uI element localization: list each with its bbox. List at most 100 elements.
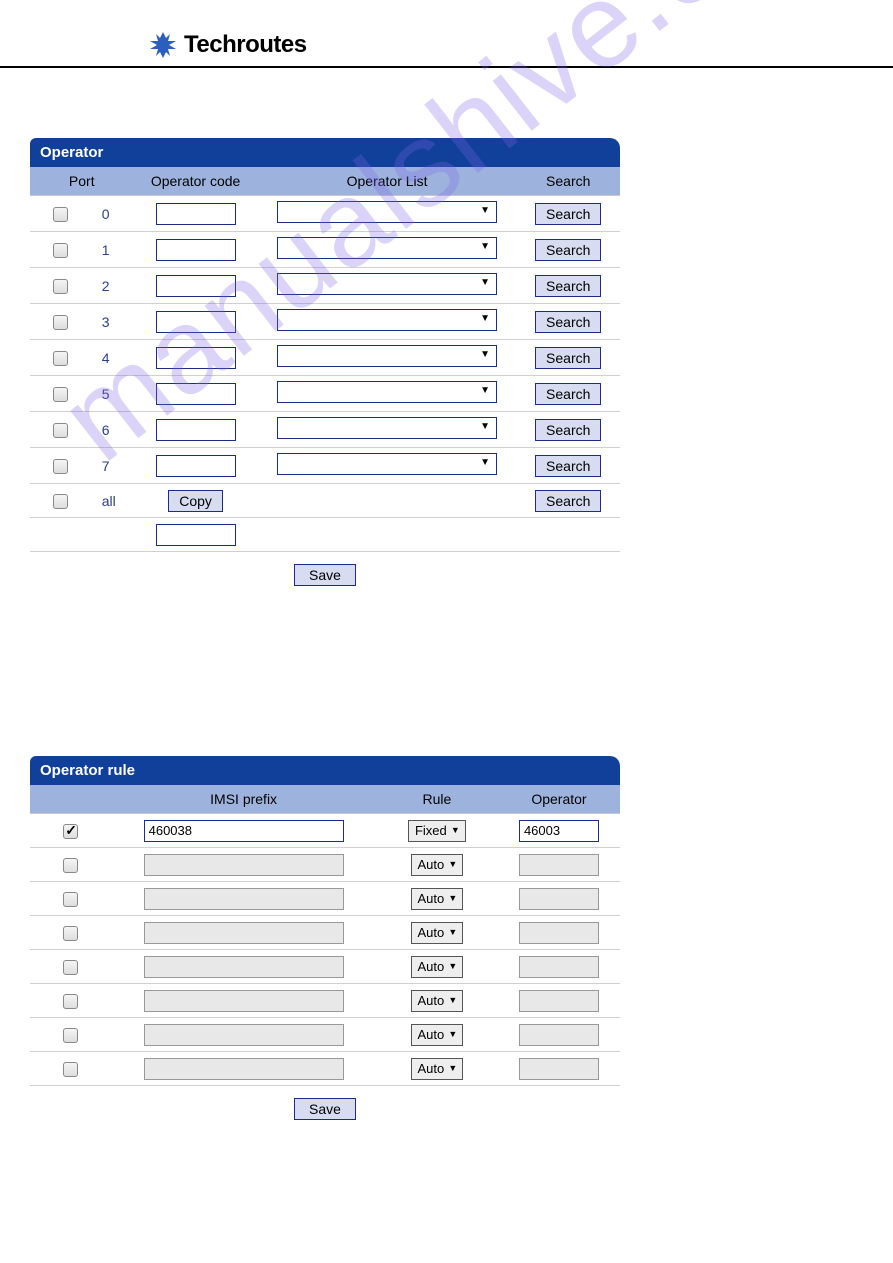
port-checkbox[interactable] [53,207,68,222]
imsi-prefix-input[interactable] [144,854,344,876]
rule-select[interactable]: Auto [411,922,464,944]
brand-name: Techroutes [184,31,307,59]
rule-select[interactable]: Auto [411,888,464,910]
port-all-checkbox[interactable] [53,494,68,509]
rule-checkbox[interactable] [63,892,78,907]
rule-operator-input[interactable] [519,956,599,978]
port-checkbox[interactable] [53,279,68,294]
rule-checkbox[interactable] [63,1028,78,1043]
operator-row: 1Search [30,232,620,268]
rule-row: Auto [30,916,620,950]
operator-rule-table: IMSI prefix Rule Operator FixedAutoAutoA… [30,785,620,1086]
port-checkbox[interactable] [53,423,68,438]
operator-extra-input[interactable] [156,524,236,546]
operator-panel: Operator Port Operator code Operator Lis… [30,138,620,586]
operator-rule-panel-title: Operator rule [30,756,620,785]
operator-row: 5Search [30,376,620,412]
operator-row: 0 Search [30,196,620,232]
operator-row: 7 Search [30,448,620,484]
operator-list-select[interactable] [277,453,497,475]
operator-list-select[interactable] [277,381,497,403]
rule-save-button[interactable]: Save [294,1098,356,1120]
operator-extra-row [30,518,620,552]
rule-select[interactable]: Fixed [408,820,466,842]
search-button[interactable]: Search [535,419,601,441]
port-number: 7 [102,458,122,474]
operator-code-input[interactable] [156,455,236,477]
brand-logo: Techroutes [148,30,893,60]
search-button[interactable]: Search [535,203,601,225]
search-button[interactable]: Search [535,275,601,297]
brand-icon [148,30,178,60]
rule-row: Auto [30,1018,620,1052]
search-button[interactable]: Search [535,239,601,261]
col-code: Operator code [134,167,258,196]
search-button[interactable]: Search [535,347,601,369]
port-checkbox[interactable] [53,243,68,258]
imsi-prefix-input[interactable] [144,1058,344,1080]
port-number: 3 [102,314,122,330]
rule-checkbox[interactable] [63,994,78,1009]
operator-list-select[interactable] [277,237,497,259]
rule-row: Auto [30,848,620,882]
operator-code-input[interactable] [156,419,236,441]
rule-select[interactable]: Auto [411,854,464,876]
rule-operator-input[interactable] [519,922,599,944]
operator-list-select[interactable] [277,417,497,439]
imsi-prefix-input[interactable] [144,1024,344,1046]
operator-code-input[interactable] [156,203,236,225]
port-number: 4 [102,350,122,366]
col-search: Search [516,167,620,196]
operator-list-select[interactable] [277,201,497,223]
col-operator: Operator [498,785,620,814]
operator-code-input[interactable] [156,311,236,333]
operator-list-select[interactable] [277,345,497,367]
operator-panel-title: Operator [30,138,620,167]
rule-operator-input[interactable] [519,820,599,842]
imsi-prefix-input[interactable] [144,888,344,910]
operator-code-input[interactable] [156,239,236,261]
operator-code-input[interactable] [156,383,236,405]
operator-list-select[interactable] [277,273,497,295]
rule-select[interactable]: Auto [411,990,464,1012]
imsi-prefix-input[interactable] [144,820,344,842]
search-button[interactable]: Search [535,311,601,333]
search-button[interactable]: Search [535,383,601,405]
rule-checkbox[interactable] [63,824,78,839]
rule-operator-input[interactable] [519,990,599,1012]
operator-row: 4 Search [30,340,620,376]
rule-operator-input[interactable] [519,1024,599,1046]
rule-row: Fixed [30,814,620,848]
search-button[interactable]: Search [535,455,601,477]
rule-checkbox[interactable] [63,960,78,975]
page-header: Techroutes [0,0,893,68]
rule-operator-input[interactable] [519,1058,599,1080]
port-checkbox[interactable] [53,387,68,402]
rule-select[interactable]: Auto [411,1024,464,1046]
operator-table: Port Operator code Operator List Search … [30,167,620,552]
rule-operator-input[interactable] [519,854,599,876]
operator-list-select[interactable] [277,309,497,331]
rule-checkbox[interactable] [63,858,78,873]
operator-code-input[interactable] [156,275,236,297]
operator-code-input[interactable] [156,347,236,369]
rule-checkbox[interactable] [63,1062,78,1077]
port-number: 0 [102,206,122,222]
operator-save-button[interactable]: Save [294,564,356,586]
col-imsi: IMSI prefix [111,785,375,814]
copy-button[interactable]: Copy [168,490,223,512]
rule-row: Auto [30,1052,620,1086]
operator-row: 3 Search [30,304,620,340]
rule-select[interactable]: Auto [411,956,464,978]
rule-row: Auto [30,984,620,1018]
rule-select[interactable]: Auto [411,1058,464,1080]
imsi-prefix-input[interactable] [144,956,344,978]
port-checkbox[interactable] [53,351,68,366]
imsi-prefix-input[interactable] [144,990,344,1012]
port-checkbox[interactable] [53,315,68,330]
rule-checkbox[interactable] [63,926,78,941]
port-checkbox[interactable] [53,459,68,474]
rule-operator-input[interactable] [519,888,599,910]
imsi-prefix-input[interactable] [144,922,344,944]
search-all-button[interactable]: Search [535,490,601,512]
